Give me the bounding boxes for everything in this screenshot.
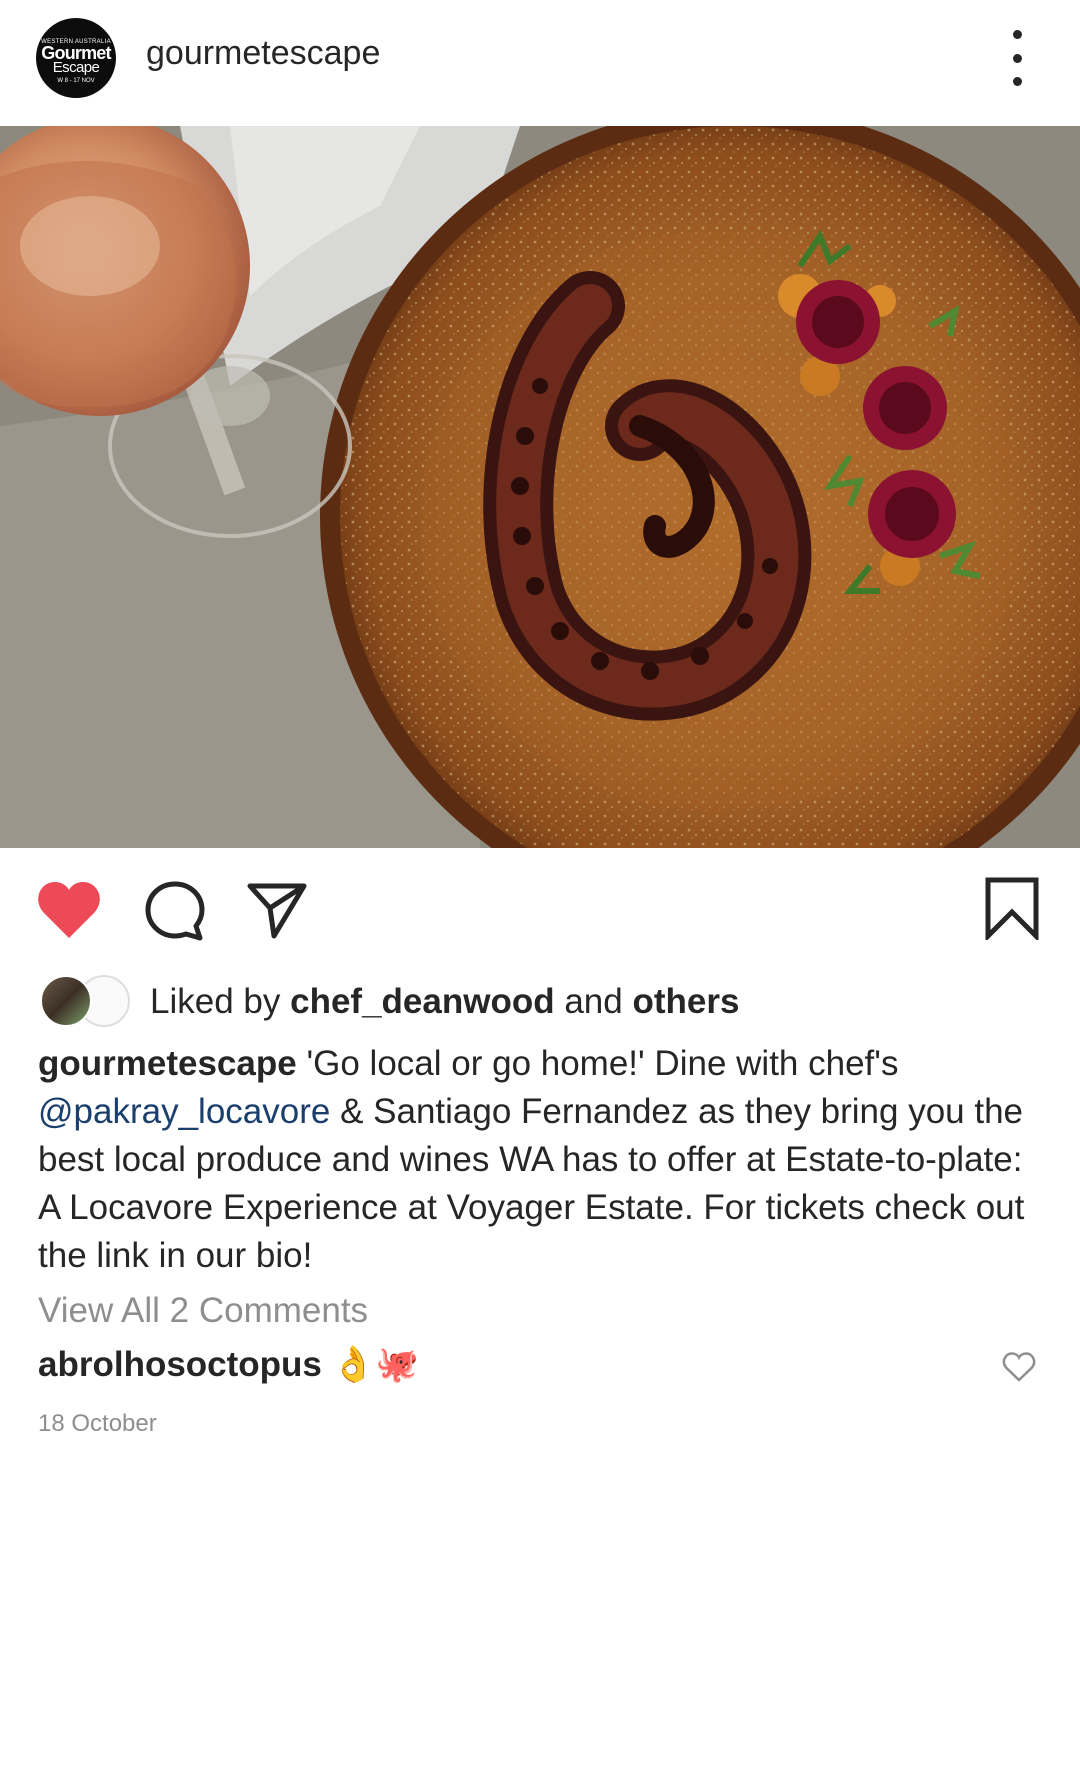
- heart-filled-icon[interactable]: [36, 880, 102, 945]
- action-bar: [0, 860, 1080, 960]
- heart-outline-icon[interactable]: [1002, 1352, 1036, 1387]
- comment-item: abrolhosoctopus 👌🐙: [38, 1344, 419, 1385]
- post-header: WESTERN AUSTRALIA Gourmet Escape W 8 - 1…: [0, 0, 1080, 126]
- more-options-icon[interactable]: [1000, 30, 1034, 86]
- liked-by-prefix: Liked by: [150, 982, 281, 1021]
- profile-avatar[interactable]: WESTERN AUSTRALIA Gourmet Escape W 8 - 1…: [36, 18, 116, 98]
- liked-by-others[interactable]: others: [632, 982, 739, 1021]
- liked-by-row[interactable]: Liked by chef_deanwood and others: [36, 970, 1036, 1030]
- avatar-text-line: Escape: [52, 58, 100, 76]
- comment-text: 👌🐙: [331, 1345, 419, 1384]
- liked-by-connector: and: [564, 982, 623, 1021]
- avatar-text-line: W 8 - 17 NOV: [57, 77, 95, 84]
- caption-author[interactable]: gourmetescape: [38, 1044, 297, 1083]
- view-all-comments-link[interactable]: View All 2 Comments: [38, 1291, 368, 1331]
- post-caption: gourmetescape 'Go local or go home!' Din…: [38, 1040, 1048, 1280]
- post-username[interactable]: gourmetescape: [146, 34, 380, 73]
- comment-icon[interactable]: [144, 880, 206, 947]
- post-date: 18 October: [38, 1410, 157, 1437]
- liker-avatar: [40, 975, 92, 1027]
- liked-by-text: Liked by chef_deanwood and others: [150, 982, 739, 1022]
- octopus-dish-photo: [0, 126, 1080, 848]
- caption-text: 'Go local or go home!' Dine with chef's: [306, 1044, 899, 1083]
- caption-mention[interactable]: @pakray_locavore: [38, 1092, 330, 1131]
- post-image[interactable]: [0, 126, 1080, 848]
- bookmark-icon[interactable]: [984, 876, 1040, 945]
- send-icon[interactable]: [246, 882, 308, 945]
- liked-by-user[interactable]: chef_deanwood: [290, 982, 554, 1021]
- comment-author[interactable]: abrolhosoctopus: [38, 1345, 322, 1384]
